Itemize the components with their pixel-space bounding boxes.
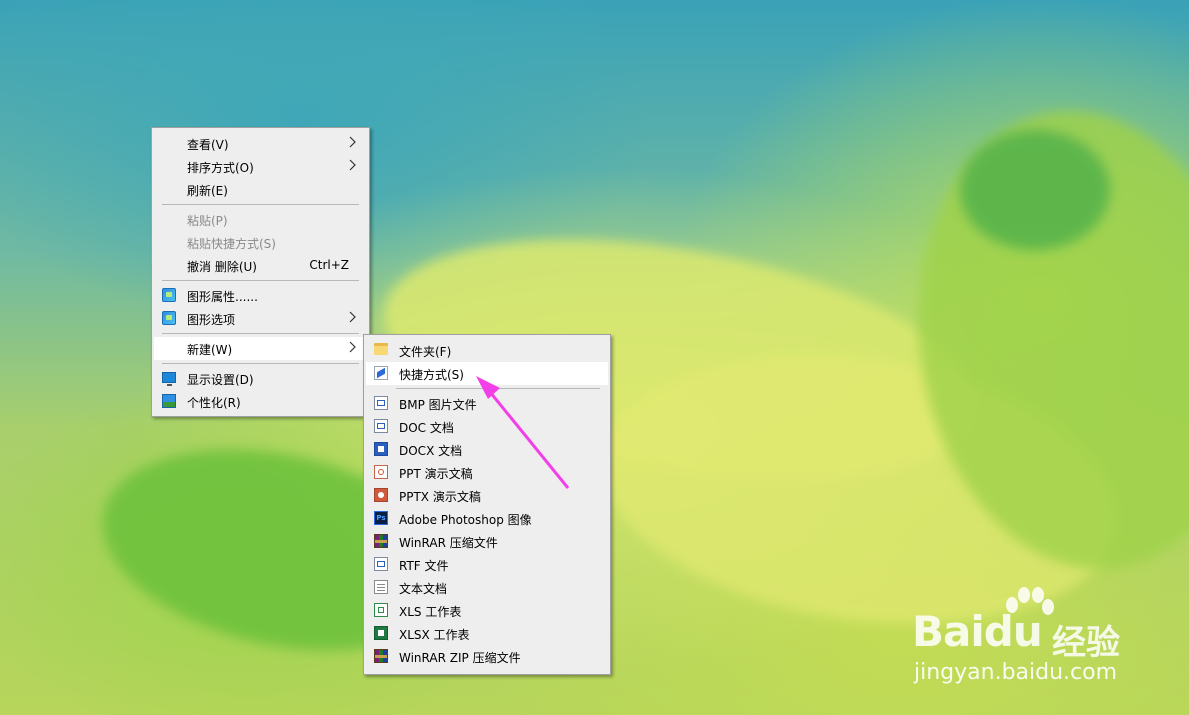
- annotation-arrow-head: [476, 376, 500, 399]
- baidu-jingyan-watermark: Baidu 经验 jingyan.baidu.com: [912, 585, 1142, 695]
- watermark-url: jingyan.baidu.com: [914, 660, 1118, 685]
- annotation-arrow-shaft: [488, 391, 570, 489]
- watermark-logo-cn: 经验: [1052, 623, 1120, 663]
- watermark-logo-text: Baidu: [912, 607, 1043, 656]
